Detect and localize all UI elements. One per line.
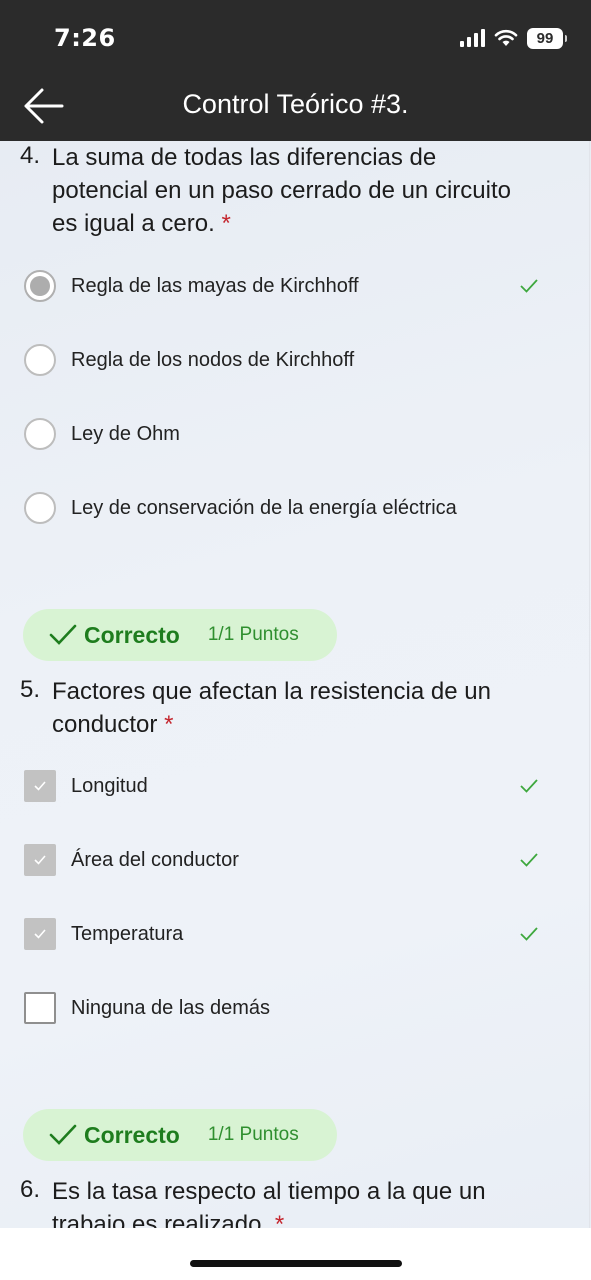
question-text-line: trabajo es realizado. [52, 1211, 269, 1228]
option-label: Temperatura [71, 922, 184, 945]
option-checkbox[interactable]: Ninguna de las demás [24, 990, 544, 1026]
question-number: 4. [20, 142, 41, 169]
battery-icon: 99 [527, 27, 567, 49]
option-radio[interactable]: Regla de las mayas de Kirchhoff [24, 268, 544, 304]
question-6-text: Es la tasa respecto al tiempo a la que u… [52, 1175, 562, 1228]
option-label: Longitud [71, 774, 148, 797]
correct-badge: Correcto 1/1 Puntos [23, 609, 337, 661]
question-5-text: Factores que afectan la resistencia de u… [52, 675, 562, 741]
wifi-icon [494, 29, 518, 46]
option-label: Regla de los nodos de Kirchhoff [71, 348, 355, 371]
check-icon [520, 853, 538, 867]
checkbox-checked[interactable] [24, 918, 56, 950]
home-bar-area [0, 1228, 591, 1280]
result-label: Correcto [84, 621, 180, 648]
radio-button[interactable] [24, 418, 56, 450]
option-checkbox[interactable]: Temperatura [24, 916, 544, 952]
radio-button[interactable] [24, 344, 56, 376]
scrollbar [589, 141, 590, 1228]
option-radio[interactable]: Ley de conservación de la energía eléctr… [24, 490, 544, 526]
question-text-line: La suma de todas las diferencias de [52, 144, 437, 171]
option-radio[interactable]: Regla de los nodos de Kirchhoff [24, 342, 544, 378]
question-4-text: La suma de todas las diferencias de pote… [52, 141, 562, 240]
option-label: Regla de las mayas de Kirchhoff [71, 274, 359, 297]
question-text-line: Es la tasa respecto al tiempo a la que u… [52, 1178, 486, 1205]
page-title: Control Teórico #3. [182, 89, 409, 119]
quiz-content[interactable]: 4. La suma de todas las diferencias de p… [0, 141, 591, 1228]
checkmark-icon [49, 624, 77, 645]
checkmark-icon [49, 1124, 77, 1145]
question-text-line: potencial en un paso cerrado de un circu… [52, 177, 511, 204]
radio-button-selected[interactable] [24, 270, 56, 302]
status-time: 7:26 [54, 24, 116, 52]
checkbox[interactable] [24, 992, 56, 1024]
correct-badge: Correcto 1/1 Puntos [23, 1109, 337, 1161]
status-icons: 99 [460, 26, 567, 50]
points-label: 1/1 Puntos [207, 624, 299, 645]
cellular-signal-icon [460, 29, 485, 47]
option-checkbox[interactable]: Longitud [24, 768, 544, 804]
option-checkbox[interactable]: Área del conductor [24, 842, 544, 878]
check-icon [520, 779, 538, 793]
option-label: Área del conductor [71, 848, 239, 871]
question-text-line: Factores que afectan la resistencia de u… [52, 678, 491, 705]
check-icon [520, 279, 538, 293]
option-label: Ley de Ohm [71, 422, 180, 445]
option-radio[interactable]: Ley de Ohm [24, 416, 544, 452]
question-number: 6. [20, 1176, 41, 1203]
required-mark: * [221, 210, 231, 237]
check-icon [520, 927, 538, 941]
question-text-line: es igual a cero. [52, 210, 215, 237]
result-label: Correcto [84, 1121, 180, 1148]
option-label: Ley de conservación de la energía eléctr… [71, 496, 457, 519]
required-mark: * [274, 1211, 285, 1228]
required-mark: * [164, 711, 174, 738]
points-label: 1/1 Puntos [207, 1124, 299, 1145]
home-indicator[interactable] [190, 1260, 402, 1267]
option-label: Ninguna de las demás [71, 996, 271, 1019]
app-header: 7:26 99 Control Teórico #3. [0, 0, 591, 141]
checkbox-checked[interactable] [24, 844, 56, 876]
question-text-line: conductor [52, 711, 158, 738]
question-number: 5. [20, 676, 41, 703]
radio-button[interactable] [24, 492, 56, 524]
checkbox-checked[interactable] [24, 770, 56, 802]
